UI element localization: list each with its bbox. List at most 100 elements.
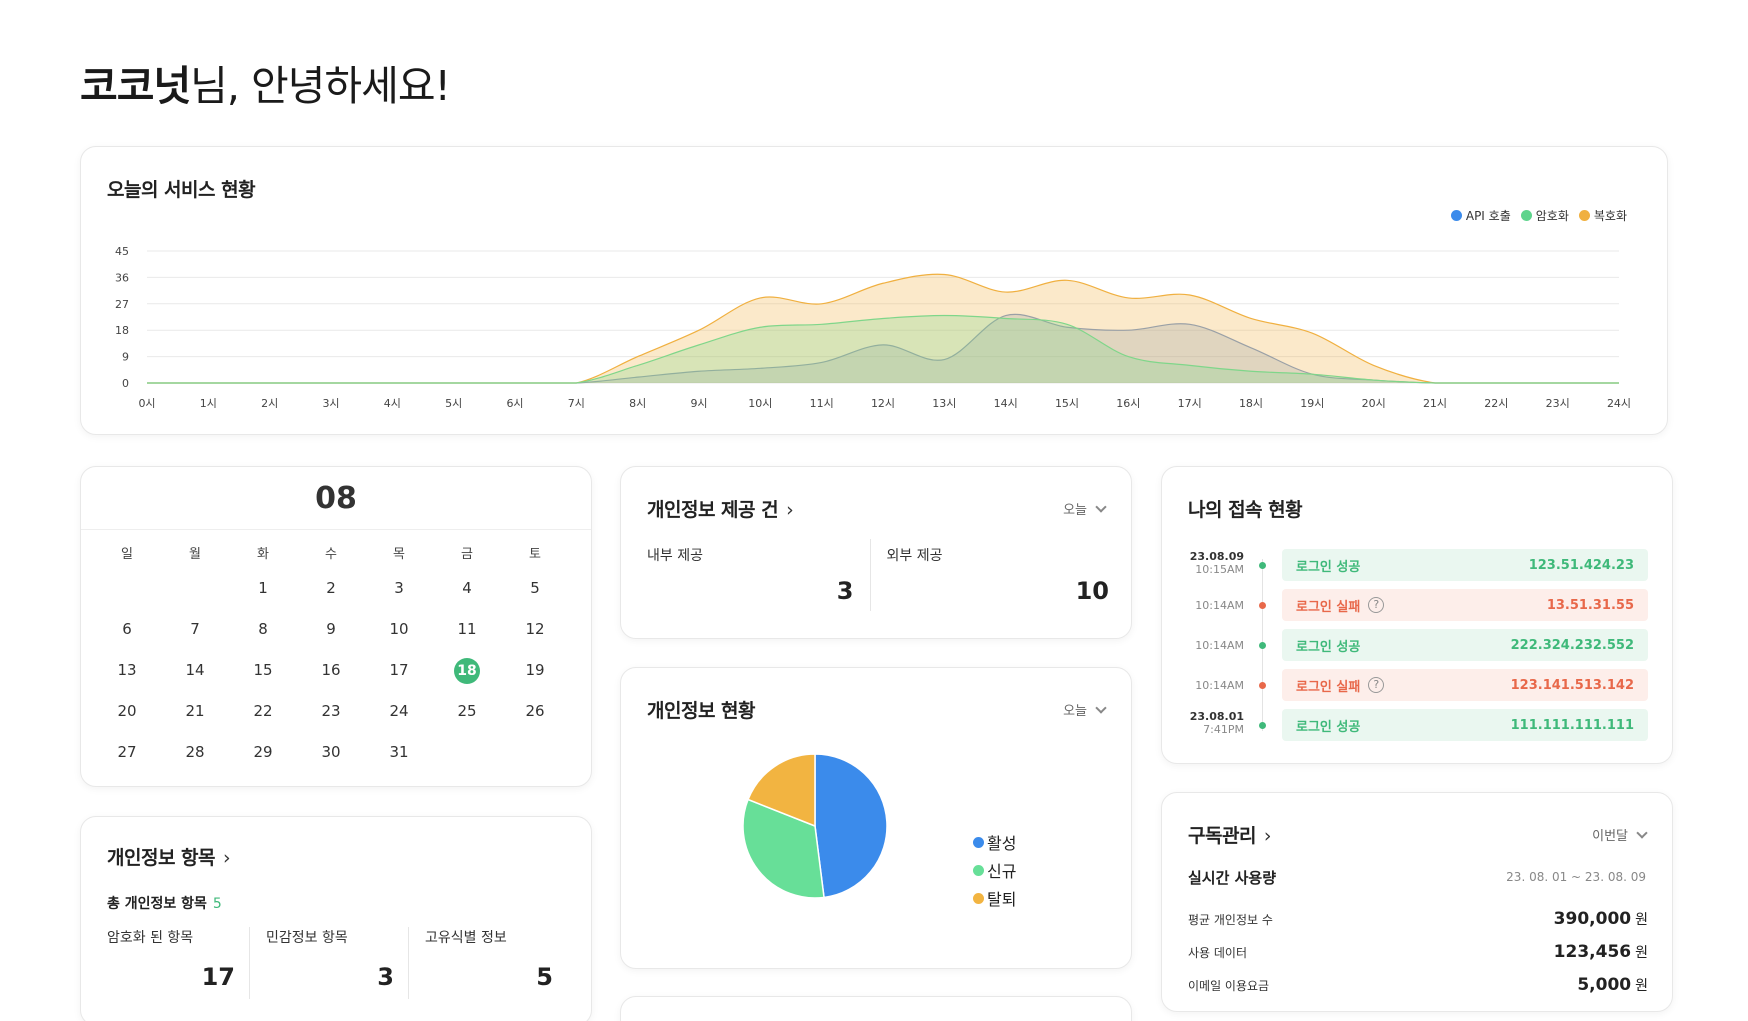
sub-row-email-fee: 이메일 이용요금 5,000 원	[1188, 975, 1648, 995]
x-tick-label: 21시	[1423, 397, 1447, 410]
access-row: 23.08.09 10:15AM 로그인 성공 123.51.424.23	[1162, 549, 1672, 583]
calendar-day[interactable]: 3	[365, 575, 433, 616]
calendar-day[interactable]: 12	[501, 616, 569, 657]
sub-row-amount: 390,000 원	[1554, 909, 1648, 929]
sub-row-value: 390,000	[1553, 909, 1632, 929]
service-area-chart: 0 9 18 27 36 45 0시 1시 2시 3시 4시 5시 6시 7시 8시 9시 10시 11시 12시 1…	[115, 245, 1631, 410]
sub-row-value: 5,000	[1577, 975, 1632, 995]
provision-title: 개인정보 제공 건	[647, 499, 779, 521]
access-status-box: 로그인 성공 123.51.424.23	[1282, 549, 1648, 581]
personal-info-items-link[interactable]: 개인정보 항목 ›	[107, 843, 231, 870]
subscription-link[interactable]: 구독관리 ›	[1188, 821, 1272, 848]
sub-row-unit: 원	[1635, 912, 1648, 928]
provision-col-value: 3	[836, 577, 854, 605]
calendar-day[interactable]: 8	[229, 616, 297, 657]
x-tick-label: 5시	[445, 397, 462, 410]
calendar-day-number: 25	[457, 702, 477, 720]
calendar-day[interactable]: 11	[433, 616, 501, 657]
y-tick-label: 45	[115, 245, 129, 258]
calendar-day[interactable]: 24	[365, 698, 433, 739]
personal-info-pie-chart	[742, 753, 888, 899]
items-col-sensitive: 민감정보 항목 3	[249, 927, 408, 999]
calendar-day-number: 18	[454, 658, 480, 684]
calendar-day[interactable]: 26	[501, 698, 569, 739]
next-card-partial	[620, 996, 1132, 1021]
calendar-day[interactable]: 4	[433, 575, 501, 616]
x-tick-label: 24시	[1607, 397, 1631, 410]
subscription-period-dropdown[interactable]: 이번달	[1592, 825, 1648, 844]
weekday-label: 목	[393, 547, 405, 562]
calendar-day[interactable]: 19	[501, 657, 569, 698]
calendar-day[interactable]: 14	[161, 657, 229, 698]
calendar-card: 08 일 월 화 수 목 금 토 1 2 3 4 5 6 7 8 9 10 11 12 13 14 15 16 17 18 19 2…	[80, 466, 592, 787]
service-status-card: 오늘의 서비스 현황 API 호출 암호화 복호화 0 9 18 27 36 45 0시 1시…	[80, 146, 1668, 435]
x-tick-label: 3시	[322, 397, 339, 410]
access-status-box: 로그인 성공 111.111.111.111	[1282, 709, 1648, 741]
y-tick-label: 18	[115, 324, 129, 337]
calendar-day[interactable]: 1	[229, 575, 297, 616]
calendar-day[interactable]: 15	[229, 657, 297, 698]
y-tick-label: 27	[115, 298, 129, 311]
calendar-day[interactable]: 21	[161, 698, 229, 739]
access-status-box: 로그인 실패? 123.141.513.142	[1282, 669, 1648, 701]
timeline-dot	[1259, 722, 1266, 729]
calendar-day[interactable]: 27	[93, 739, 161, 780]
timeline-dot	[1259, 562, 1266, 569]
items-columns: 암호화 된 항목 17 민감정보 항목 3 고유식별 정보 5	[107, 927, 567, 999]
usage-date-range: 23. 08. 01 ~ 23. 08. 09	[1506, 870, 1646, 884]
calendar-day[interactable]: 16	[297, 657, 365, 698]
calendar-day-number: 24	[389, 702, 409, 720]
sub-row-avg-count: 평균 개인정보 수 390,000 원	[1188, 909, 1648, 929]
access-time: 10:14AM	[1172, 599, 1244, 612]
help-icon[interactable]: ?	[1368, 677, 1385, 693]
calendar-day[interactable]: 30	[297, 739, 365, 780]
calendar-day[interactable]: 23	[297, 698, 365, 739]
x-tick-label: 4시	[384, 397, 401, 410]
weekday-label: 화	[257, 547, 269, 562]
items-col-value: 17	[201, 963, 235, 991]
calendar-day[interactable]: 18	[433, 657, 501, 698]
x-tick-label: 18시	[1239, 397, 1263, 410]
calendar-day[interactable]: 20	[93, 698, 161, 739]
provision-period-dropdown[interactable]: 오늘	[1063, 499, 1107, 518]
x-tick-label: 8시	[629, 397, 646, 410]
calendar-day-number: 6	[122, 620, 132, 638]
provision-link[interactable]: 개인정보 제공 건 ›	[647, 495, 794, 522]
weekday-label: 토	[529, 547, 541, 562]
access-time: 23.08.09 10:15AM	[1172, 550, 1244, 576]
sub-row-value: 123,456	[1553, 942, 1632, 962]
access-status-label: 로그인 성공	[1296, 639, 1361, 655]
calendar-day[interactable]: 10	[365, 616, 433, 657]
calendar-day[interactable]: 2	[297, 575, 365, 616]
calendar-day[interactable]: 9	[297, 616, 365, 657]
x-tick-label: 13시	[932, 397, 956, 410]
calendar-day-number: 19	[525, 661, 545, 679]
provision-col-value: 10	[1075, 577, 1109, 605]
calendar-day[interactable]: 7	[161, 616, 229, 657]
x-tick-label: 7시	[568, 397, 585, 410]
calendar-day-number: 1	[258, 579, 268, 597]
access-row: 10:14AM 로그인 실패? 13.51.31.55	[1162, 589, 1672, 623]
calendar-empty-cell	[93, 575, 161, 616]
pie-legend-label: 탈퇴	[987, 890, 1017, 909]
access-status: 로그인 성공	[1296, 716, 1360, 735]
help-icon[interactable]: ?	[1368, 597, 1385, 613]
calendar-day[interactable]: 17	[365, 657, 433, 698]
weekday-label: 금	[461, 547, 473, 562]
calendar-day[interactable]: 29	[229, 739, 297, 780]
calendar-day[interactable]: 31	[365, 739, 433, 780]
page-title: 코코넛님, 안녕하세요!	[80, 52, 451, 112]
timeline-dot	[1259, 602, 1266, 609]
timeline-dot	[1259, 642, 1266, 649]
calendar-day[interactable]: 5	[501, 575, 569, 616]
chevron-right-icon: ›	[1263, 825, 1272, 847]
calendar-grid: 일 월 화 수 목 금 토 1 2 3 4 5 6 7 8 9 10 11 12 13 14 15 16 17 18 19 20 21…	[93, 545, 569, 780]
calendar-day[interactable]: 6	[93, 616, 161, 657]
items-total-value: 5	[212, 896, 222, 912]
calendar-day[interactable]: 25	[433, 698, 501, 739]
calendar-day[interactable]: 22	[229, 698, 297, 739]
calendar-day[interactable]: 28	[161, 739, 229, 780]
sub-row-amount: 123,456 원	[1554, 942, 1648, 962]
sub-row-unit: 원	[1635, 978, 1648, 994]
calendar-day[interactable]: 13	[93, 657, 161, 698]
